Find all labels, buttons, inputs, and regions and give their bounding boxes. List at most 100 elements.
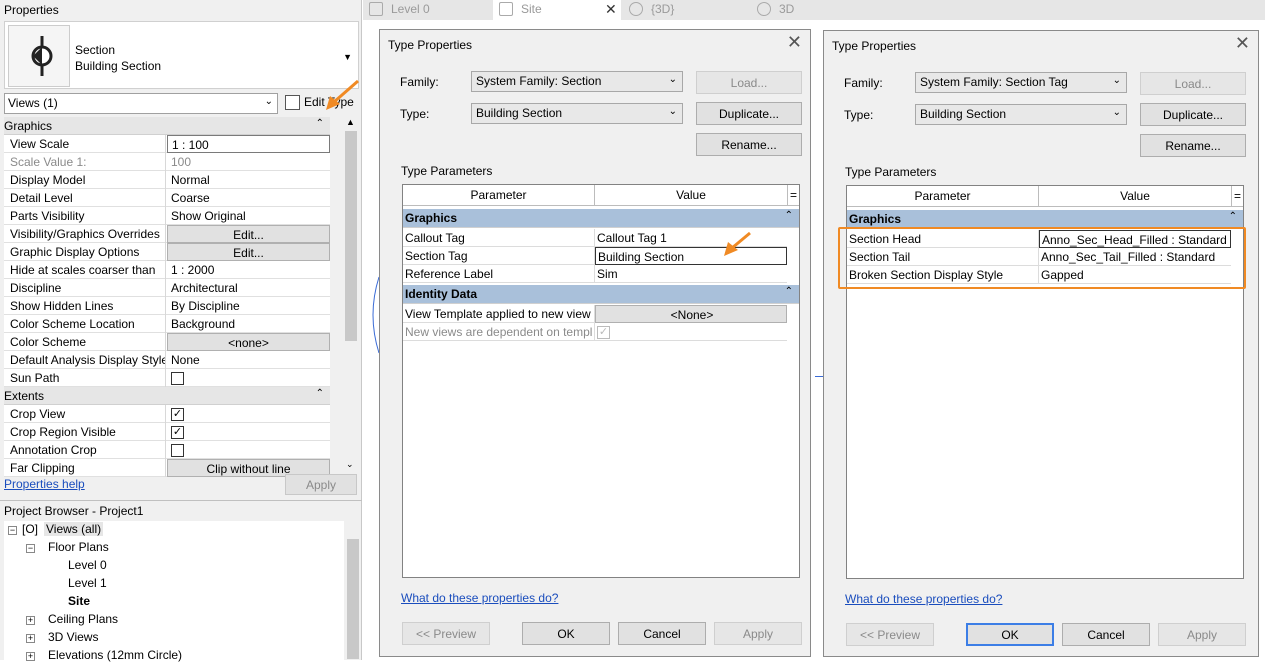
- load-button[interactable]: Load...: [1140, 72, 1246, 95]
- help-link[interactable]: What do these properties do?: [845, 592, 1002, 606]
- browser-scrollbar[interactable]: [345, 521, 361, 660]
- type-selector[interactable]: Section Building Section ▼: [4, 21, 359, 89]
- group-header-graphics[interactable]: Graphics ⌃: [4, 117, 330, 135]
- rename-button[interactable]: Rename...: [696, 133, 802, 156]
- dialog-title: Type Properties: [832, 39, 917, 53]
- group-header-extents[interactable]: Extents ⌃: [4, 387, 330, 405]
- tree-node-3d-views[interactable]: 3D Views: [48, 630, 98, 644]
- chevron-down-icon[interactable]: ▼: [343, 52, 352, 62]
- scroll-up-icon[interactable]: ▲: [346, 117, 355, 127]
- property-row: Graphic Display Options Edit...: [4, 243, 330, 261]
- tab-level-0[interactable]: Level 0: [363, 0, 491, 20]
- view-template-button[interactable]: <None>: [595, 305, 787, 323]
- column-parameter[interactable]: Parameter: [403, 185, 595, 206]
- expand-icon[interactable]: +: [26, 634, 35, 643]
- collapse-icon[interactable]: −: [26, 544, 35, 553]
- section-identity-data[interactable]: Identity Data ⌃: [403, 285, 799, 304]
- apply-button[interactable]: Apply: [1158, 623, 1246, 646]
- crop-view-checkbox[interactable]: ✓: [171, 408, 184, 422]
- collapse-icon[interactable]: ⌃: [1229, 211, 1237, 222]
- crop-region-visible-checkbox[interactable]: ✓: [171, 426, 184, 440]
- column-value[interactable]: Value: [595, 185, 787, 206]
- apply-button[interactable]: Apply: [714, 622, 802, 645]
- cancel-button[interactable]: Cancel: [1062, 623, 1150, 646]
- tree-node-site[interactable]: Site: [68, 594, 90, 608]
- project-browser-title: Project Browser - Project1: [4, 504, 144, 518]
- views-filter-dropdown[interactable]: Views (1) ⌄: [4, 93, 278, 114]
- dialog-title: Type Properties: [388, 38, 473, 52]
- property-row: Annotation Crop: [4, 441, 330, 459]
- type-properties-dialog-section-tag: Type Properties ✕ Family: System Family:…: [823, 30, 1259, 657]
- property-row: Parts Visibility Show Original: [4, 207, 330, 225]
- properties-scrollbar[interactable]: ▲ ⌄: [343, 117, 359, 472]
- collapse-icon[interactable]: ⌃: [785, 210, 793, 221]
- cancel-button[interactable]: Cancel: [618, 622, 706, 645]
- column-formula[interactable]: =: [787, 185, 799, 206]
- type-dropdown[interactable]: Building Section ⌄: [471, 103, 683, 124]
- chevron-down-icon: ⌄: [668, 106, 677, 117]
- properties-help-link[interactable]: Properties help: [4, 477, 85, 491]
- family-label: Family:: [400, 75, 439, 89]
- ok-button[interactable]: OK: [522, 622, 610, 645]
- scroll-thumb[interactable]: [347, 539, 359, 659]
- floor-plan-icon: [369, 2, 383, 16]
- sun-path-checkbox[interactable]: [171, 372, 184, 386]
- color-scheme-button[interactable]: <none>: [167, 333, 330, 351]
- family-dropdown[interactable]: System Family: Section ⌄: [471, 71, 683, 92]
- chevron-down-icon: ⌄: [1112, 75, 1121, 86]
- load-button[interactable]: Load...: [696, 71, 802, 94]
- column-parameter[interactable]: Parameter: [847, 186, 1039, 207]
- close-icon[interactable]: ✕: [605, 1, 617, 18]
- param-row: View Template applied to new view <None>: [403, 305, 787, 323]
- tree-node-views-all[interactable]: Views (all): [44, 522, 104, 536]
- tab-site[interactable]: Site ✕: [493, 0, 621, 20]
- preview-button[interactable]: << Preview: [402, 622, 490, 645]
- param-row: Reference Label Sim: [403, 265, 787, 283]
- section-type-icon: [8, 25, 70, 87]
- collapse-icon[interactable]: ⌃: [785, 286, 793, 297]
- apply-button[interactable]: Apply: [285, 474, 357, 495]
- floor-plan-icon: [499, 2, 513, 16]
- vg-overrides-edit-button[interactable]: Edit...: [167, 225, 330, 243]
- duplicate-button[interactable]: Duplicate...: [696, 102, 802, 125]
- type-label: Type:: [400, 107, 430, 121]
- collapse-icon[interactable]: ⌃: [316, 388, 324, 399]
- type-dropdown[interactable]: Building Section ⌄: [915, 104, 1127, 125]
- column-value[interactable]: Value: [1039, 186, 1231, 207]
- scroll-thumb[interactable]: [345, 131, 357, 341]
- close-icon[interactable]: ✕: [1235, 33, 1250, 54]
- section-graphics[interactable]: Graphics ⌃: [403, 209, 799, 228]
- tree-node-level-1[interactable]: Level 1: [68, 576, 107, 590]
- annotation-crop-checkbox[interactable]: [171, 444, 184, 458]
- 3d-view-icon: [757, 2, 771, 16]
- properties-palette: Properties Section Building Section ▼ Vi…: [0, 0, 362, 662]
- collapse-icon[interactable]: −: [8, 526, 17, 535]
- preview-button[interactable]: << Preview: [846, 623, 934, 646]
- property-row: Sun Path: [4, 369, 330, 387]
- expand-icon[interactable]: +: [26, 616, 35, 625]
- help-link[interactable]: What do these properties do?: [401, 591, 558, 605]
- tree-node-ceiling-plans[interactable]: Ceiling Plans: [48, 612, 118, 626]
- graphic-display-edit-button[interactable]: Edit...: [167, 243, 330, 261]
- tab-3d[interactable]: 3D: [751, 0, 879, 20]
- type-name: Building Section: [75, 59, 162, 73]
- collapse-icon[interactable]: ⌃: [316, 118, 324, 129]
- tab-3d-default[interactable]: {3D}: [623, 0, 751, 20]
- property-row: Color Scheme Location Background: [4, 315, 330, 333]
- tree-node-level-0[interactable]: Level 0: [68, 558, 107, 572]
- property-row: Far Clipping Clip without line: [4, 459, 330, 477]
- tree-node-floor-plans[interactable]: Floor Plans: [48, 540, 109, 554]
- property-row: Visibility/Graphics Overrides Edit...: [4, 225, 330, 243]
- duplicate-button[interactable]: Duplicate...: [1140, 103, 1246, 126]
- type-parameters-label: Type Parameters: [845, 165, 937, 179]
- scroll-down-icon[interactable]: ⌄: [346, 459, 354, 470]
- views-icon: [O]: [22, 522, 39, 536]
- column-formula[interactable]: =: [1231, 186, 1243, 207]
- ok-button[interactable]: OK: [966, 623, 1054, 646]
- section-tag-field[interactable]: Building Section: [595, 247, 787, 265]
- rename-button[interactable]: Rename...: [1140, 134, 1246, 157]
- view-scale-field[interactable]: 1 : 100: [167, 135, 330, 153]
- annotation-arrow: [724, 231, 751, 256]
- close-icon[interactable]: ✕: [787, 32, 802, 53]
- family-dropdown[interactable]: System Family: Section Tag ⌄: [915, 72, 1127, 93]
